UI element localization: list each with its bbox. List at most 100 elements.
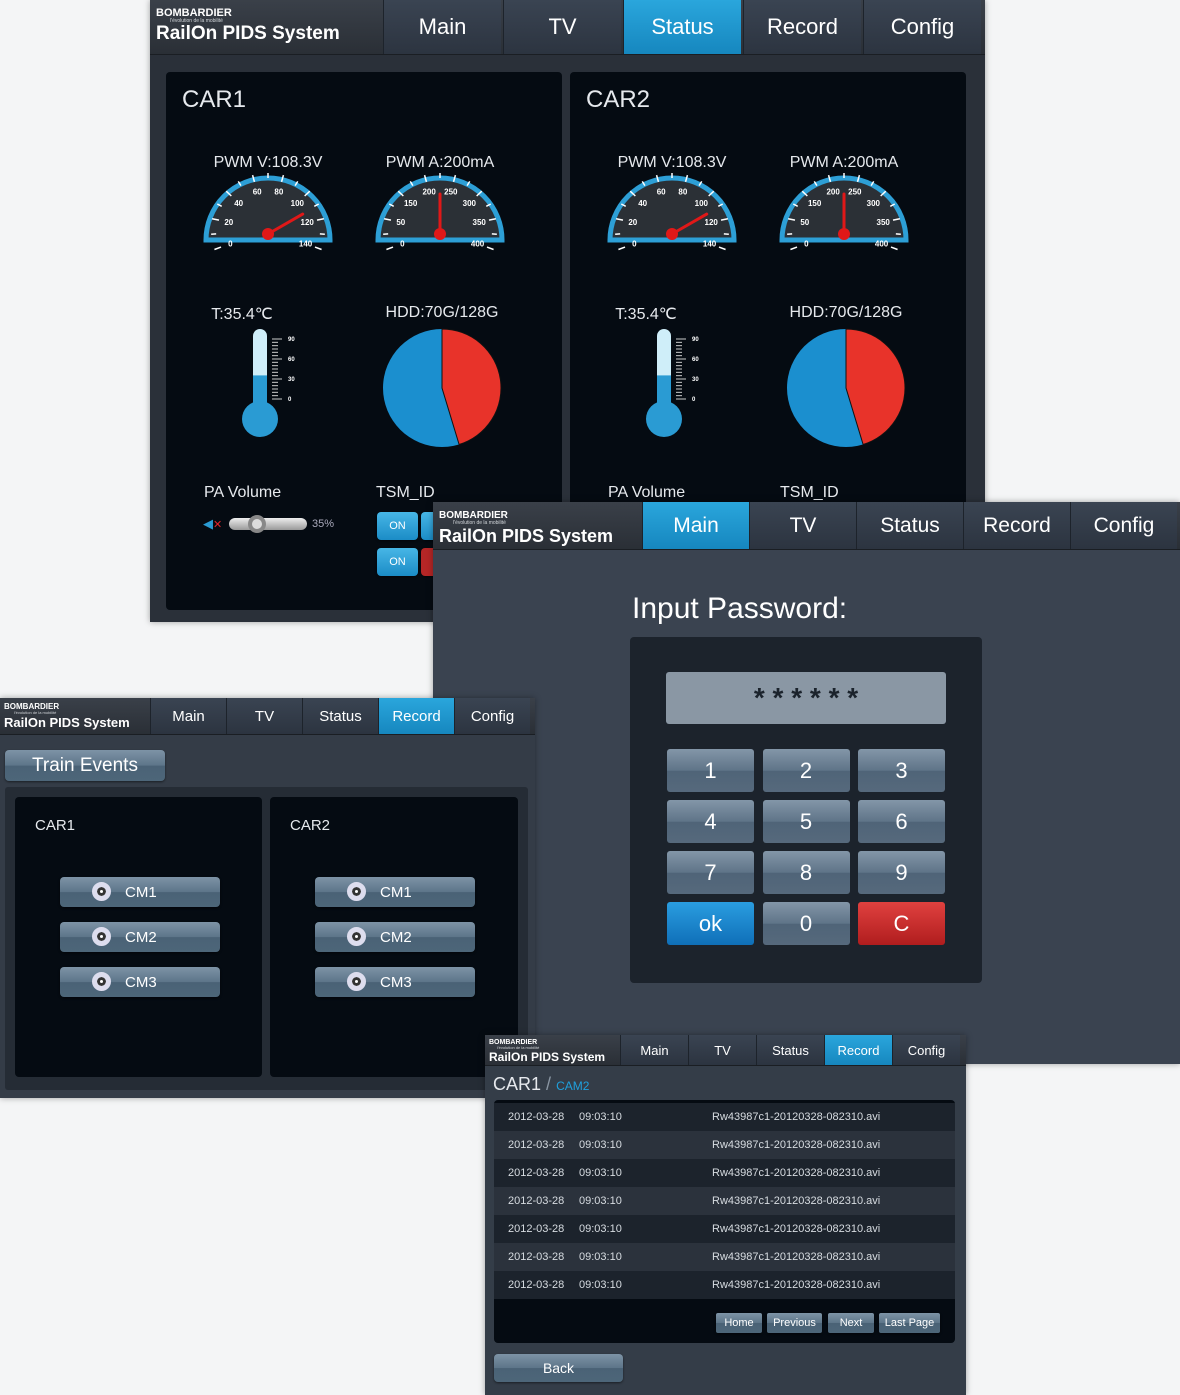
record-list: 2012-03-28 09:03:10 Rw43987c1-20120328-082… xyxy=(494,1100,955,1343)
logo: BOMBARDIER l'évolution de la mobilité Rail… xyxy=(156,8,340,44)
record-date: 2012-03-28 xyxy=(508,1167,565,1179)
tab-config[interactable]: Config xyxy=(454,698,530,734)
record-row[interactable]: 2012-03-28 09:03:10 Rw43987c1-20120328-082… xyxy=(494,1187,955,1215)
key-7[interactable]: 7 xyxy=(667,851,754,894)
tab-record[interactable]: Record xyxy=(743,0,861,54)
gauge-hub xyxy=(666,228,678,240)
tab-record[interactable]: Record xyxy=(824,1035,892,1065)
record-row[interactable]: 2012-03-28 09:03:10 Rw43987c1-20120328-082… xyxy=(494,1243,955,1271)
record-time: 09:03:10 xyxy=(579,1279,622,1291)
gauge-tick-label: 100 xyxy=(291,199,305,208)
tab-tv[interactable]: TV xyxy=(749,502,856,549)
car1-panel: CAR1 CM1 CM2 CM3 xyxy=(15,797,262,1077)
gauge-tick-label: 150 xyxy=(808,199,822,208)
logo: BOMBARDIER l'évolution de la mobilité Rail… xyxy=(439,511,613,547)
gauge-tick-label: 200 xyxy=(422,187,436,196)
hdd-pie-chart xyxy=(383,328,502,447)
pager-previous-button[interactable]: Previous xyxy=(767,1313,822,1333)
record-file: Rw43987c1-20120328-082310.avi xyxy=(712,1111,881,1123)
breadcrumb-separator: / xyxy=(546,1074,552,1094)
record-list-window: BOMBARDIER l'évolution de la mobilité Rail… xyxy=(485,1035,966,1395)
ok-button[interactable]: ok xyxy=(667,902,754,945)
gauge-tick xyxy=(314,246,322,251)
thermometer: 0 30 60 90 xyxy=(242,329,295,437)
tab-tv[interactable]: TV xyxy=(688,1035,756,1065)
pager-next-button[interactable]: Next xyxy=(828,1313,874,1333)
password-input[interactable]: * * * * * * xyxy=(666,672,946,724)
gauge-tick-label: 80 xyxy=(678,187,687,196)
record-row[interactable]: 2012-03-28 09:03:10 Rw43987c1-20120328-082… xyxy=(494,1103,955,1131)
key-1[interactable]: 1 xyxy=(667,749,754,792)
car-title: CAR2 xyxy=(586,86,651,113)
key-9[interactable]: 9 xyxy=(858,851,945,894)
back-button[interactable]: Back xyxy=(494,1354,623,1382)
camera-button-cm1[interactable]: CM1 xyxy=(315,877,475,907)
tab-main[interactable]: Main xyxy=(642,502,749,549)
tab-record[interactable]: Record xyxy=(378,698,454,734)
speaker-muted-icon[interactable]: ◀✕ xyxy=(203,516,222,532)
key-0[interactable]: 0 xyxy=(762,902,850,945)
camera-button-cm2[interactable]: CM2 xyxy=(60,922,220,952)
tab-record[interactable]: Record xyxy=(963,502,1070,549)
record-row[interactable]: 2012-03-28 09:03:10 Rw43987c1-20120328-082… xyxy=(494,1159,955,1187)
record-time: 09:03:10 xyxy=(579,1167,622,1179)
tab-tv[interactable]: TV xyxy=(503,0,621,54)
logo: BOMBARDIER l'évolution de la mobilité Rail… xyxy=(4,703,130,731)
tab-status[interactable]: Status xyxy=(856,502,963,549)
key-2[interactable]: 2 xyxy=(762,749,850,792)
record-time: 09:03:10 xyxy=(579,1251,622,1263)
tab-config[interactable]: Config xyxy=(1070,502,1177,549)
header: BOMBARDIER l'évolution de la mobilité Rail… xyxy=(150,0,985,55)
record-row[interactable]: 2012-03-28 09:03:10 Rw43987c1-20120328-082… xyxy=(494,1215,955,1243)
tsm-on-button[interactable]: ON xyxy=(377,548,418,576)
tab-config[interactable]: Config xyxy=(863,0,981,54)
camera-button-cm1[interactable]: CM1 xyxy=(60,877,220,907)
car-title: CAR1 xyxy=(182,86,247,113)
key-5[interactable]: 5 xyxy=(762,800,850,843)
clear-button[interactable]: C xyxy=(858,902,945,945)
tab-main[interactable]: Main xyxy=(620,1035,688,1065)
volume-slider-handle[interactable] xyxy=(248,515,267,533)
tab-tv[interactable]: TV xyxy=(226,698,302,734)
webcam-icon xyxy=(92,882,111,901)
gauge-tick-label: 0 xyxy=(804,240,809,249)
tab-status[interactable]: Status xyxy=(623,0,741,54)
camera-button-cm3[interactable]: CM3 xyxy=(60,967,220,997)
key-6[interactable]: 6 xyxy=(858,800,945,843)
gauge-tick-label: 140 xyxy=(299,240,313,249)
gauge-hub xyxy=(262,228,274,240)
key-4[interactable]: 4 xyxy=(667,800,754,843)
password-window: BOMBARDIER l'évolution de la mobilité Rail… xyxy=(433,502,1180,1064)
tab-main[interactable]: Main xyxy=(383,0,501,54)
keypad-panel: * * * * * * 1 2 3 4 5 6 7 8 9 ok 0 C xyxy=(630,637,982,983)
camera-label: CM3 xyxy=(125,973,157,991)
record-row[interactable]: 2012-03-28 09:03:10 Rw43987c1-20120328-082… xyxy=(494,1131,955,1159)
breadcrumb: CAR1 / CAM2 xyxy=(493,1074,589,1095)
train-events-window: BOMBARDIER l'évolution de la mobilité Rail… xyxy=(0,698,535,1098)
record-row[interactable]: 2012-03-28 09:03:10 Rw43987c1-20120328-082… xyxy=(494,1271,955,1299)
train-events-button[interactable]: Train Events xyxy=(5,750,165,781)
volume-slider[interactable] xyxy=(229,515,307,533)
thermometer-tick-label: 30 xyxy=(288,377,295,383)
record-file: Rw43987c1-20120328-082310.avi xyxy=(712,1223,881,1235)
pager-last-page-button[interactable]: Last Page xyxy=(879,1313,940,1333)
gauge-tick-label: 250 xyxy=(848,187,862,196)
record-date: 2012-03-28 xyxy=(508,1251,565,1263)
camera-button-cm3[interactable]: CM3 xyxy=(315,967,475,997)
temperature-label: T:35.4℃ xyxy=(211,306,273,323)
tab-status[interactable]: Status xyxy=(756,1035,824,1065)
breadcrumb-car[interactable]: CAR1 xyxy=(493,1074,541,1094)
tsm-on-button[interactable]: ON xyxy=(377,512,418,540)
hdd-label: HDD:70G/128G xyxy=(385,304,499,321)
tab-main[interactable]: Main xyxy=(150,698,226,734)
camera-button-cm2[interactable]: CM2 xyxy=(315,922,475,952)
pa-volume-label: PA Volume xyxy=(204,484,282,501)
pager-home-button[interactable]: Home xyxy=(716,1313,762,1333)
tab-config[interactable]: Config xyxy=(892,1035,960,1065)
thermometer-tick-label: 60 xyxy=(692,357,699,363)
key-8[interactable]: 8 xyxy=(762,851,850,894)
key-3[interactable]: 3 xyxy=(858,749,945,792)
tab-status[interactable]: Status xyxy=(302,698,378,734)
pa-volume-label: PA Volume xyxy=(608,484,686,501)
gauge-tick-label: 400 xyxy=(875,240,889,249)
